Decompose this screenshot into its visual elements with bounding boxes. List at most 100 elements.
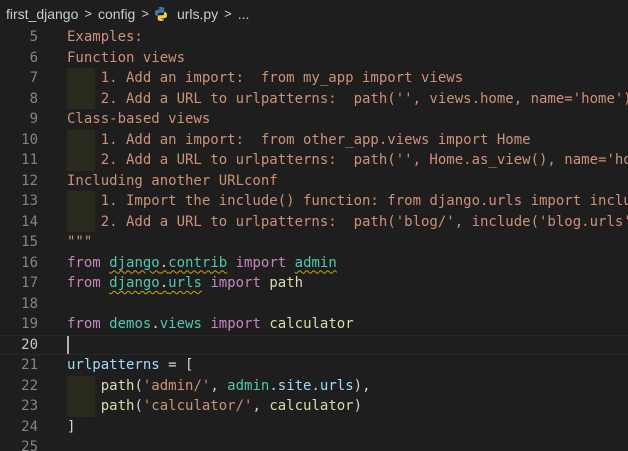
code-text: Examples: xyxy=(67,27,143,48)
code-line[interactable]: 11 2. Add a URL to urlpatterns: path('',… xyxy=(0,150,628,171)
code-token: . xyxy=(269,377,278,394)
code-token: urls xyxy=(319,377,354,394)
line-number: 6 xyxy=(29,49,38,66)
code-line[interactable]: 14 2. Add a URL to urlpatterns: path('bl… xyxy=(0,211,628,233)
code-token: ), xyxy=(353,377,371,394)
code-line[interactable]: 20 xyxy=(0,334,628,355)
code-text: Class-based views xyxy=(67,109,210,130)
line-number: 8 xyxy=(29,90,38,107)
code-token: import xyxy=(235,254,287,271)
code-token: import xyxy=(210,316,261,332)
code-token: admin xyxy=(294,254,337,271)
code-token: Function views xyxy=(67,49,186,66)
code-line[interactable]: 23 path('calculator/', calculator) xyxy=(0,396,628,417)
code-line[interactable]: 12 Including another URLconf xyxy=(0,171,628,192)
line-number: 22 xyxy=(21,377,38,394)
code-text: 1. Add an import: from other_app.views i… xyxy=(67,130,531,151)
code-token: 'admin/' xyxy=(142,377,211,394)
line-number: 9 xyxy=(29,111,38,127)
code-token: . xyxy=(159,275,169,291)
code-token: from xyxy=(67,316,101,332)
code-text: from demos.views import calculator xyxy=(67,314,354,335)
code-token: urls xyxy=(168,275,202,291)
code-token: path xyxy=(269,275,304,291)
code-token: ] xyxy=(67,418,76,435)
breadcrumb-more[interactable]: ... xyxy=(236,6,252,22)
code-text: from django.contrib import admin xyxy=(67,253,337,274)
code-line[interactable]: 16 from django.contrib import admin xyxy=(0,253,628,274)
code-line[interactable]: 25 xyxy=(0,437,628,451)
code-token: ( xyxy=(134,377,143,394)
code-token: Class-based views xyxy=(67,111,211,127)
code-token: """ xyxy=(67,234,93,250)
code-line[interactable]: 18 xyxy=(0,294,628,315)
code-text: 1. Import the include() function: from d… xyxy=(67,191,628,212)
code-line[interactable]: 10 1. Add an import: from other_app.view… xyxy=(0,129,628,151)
code-line[interactable]: 13 1. Import the include() function: fro… xyxy=(0,191,628,212)
text-cursor xyxy=(67,335,69,354)
breadcrumb-file-label: urls.py xyxy=(176,5,219,22)
breadcrumb: first_django > config > urls.py > ... xyxy=(0,0,628,27)
code-text: ] xyxy=(67,417,75,438)
code-token: Including another URLconf xyxy=(67,172,278,189)
line-number: 21 xyxy=(21,357,38,373)
code-token: django xyxy=(109,275,160,291)
line-number: 15 xyxy=(21,234,38,250)
code-token: ( xyxy=(134,398,143,414)
chevron-right-icon: > xyxy=(141,6,149,21)
code-token: , xyxy=(210,377,228,394)
line-number: 23 xyxy=(21,398,38,414)
code-text: path('calculator/', calculator) xyxy=(67,396,362,417)
code-token: site xyxy=(277,377,312,394)
code-token: . xyxy=(151,316,160,332)
code-editor[interactable]: 5 Examples: 6 Function views 7 1. Add an imp… xyxy=(0,27,628,451)
line-number: 14 xyxy=(21,213,38,230)
code-token: ) xyxy=(353,398,363,414)
code-token: 1. Import the include() function: from d… xyxy=(67,193,628,209)
line-number: 7 xyxy=(29,70,38,86)
code-line[interactable]: 17 from django.urls import path xyxy=(0,273,628,294)
code-line[interactable]: 8 2. Add a URL to urlpatterns: path('', … xyxy=(0,88,628,109)
code-line[interactable]: 24] xyxy=(0,417,628,438)
code-line[interactable]: 6 Function views xyxy=(0,48,628,69)
line-number: 5 xyxy=(29,29,38,45)
line-number: 17 xyxy=(21,275,38,291)
code-text: 2. Add a URL to urlpatterns: path('blog/… xyxy=(67,212,628,233)
breadcrumb-project[interactable]: first_django xyxy=(4,6,80,22)
code-line[interactable]: 9 Class-based views xyxy=(0,109,628,130)
line-number: 13 xyxy=(21,193,38,209)
code-line[interactable]: 21 urlpatterns = [ xyxy=(0,355,628,376)
code-text: from django.urls import path xyxy=(67,273,303,294)
code-text: path('admin/', admin.site.urls), xyxy=(67,376,371,397)
code-token: path xyxy=(100,377,135,394)
code-line[interactable]: 5 Examples: xyxy=(0,27,628,48)
code-token: django xyxy=(109,254,160,271)
code-line[interactable]: 19 from demos.views import calculator xyxy=(0,314,628,335)
code-token: demos xyxy=(109,316,152,332)
code-line[interactable]: 7 1. Add an import: from my_app import v… xyxy=(0,68,628,89)
code-token: Examples: xyxy=(67,29,143,45)
code-text: 1. Add an import: from my_app import vie… xyxy=(67,68,463,89)
code-line[interactable]: 22 path('admin/', admin.site.urls), xyxy=(0,375,628,397)
code-token: calculator xyxy=(269,398,354,414)
line-number: 25 xyxy=(21,439,38,451)
code-token: import xyxy=(210,275,261,291)
code-line[interactable]: 15 """ xyxy=(0,232,628,253)
line-number: 11 xyxy=(21,152,38,168)
breadcrumb-folder[interactable]: config xyxy=(96,6,137,22)
code-text: """ xyxy=(67,232,92,253)
code-text: urlpatterns = [ xyxy=(67,355,193,376)
code-token: , xyxy=(252,398,270,414)
current-line-highlight xyxy=(0,334,628,355)
code-token: from xyxy=(67,275,101,291)
code-token: path xyxy=(100,398,135,414)
code-token: 1. Add an import: from other_app.views i… xyxy=(67,131,531,148)
breadcrumb-file[interactable]: urls.py xyxy=(153,6,220,22)
code-token: views xyxy=(159,316,202,332)
line-number: 20 xyxy=(21,336,38,353)
code-token: contrib xyxy=(168,254,228,271)
